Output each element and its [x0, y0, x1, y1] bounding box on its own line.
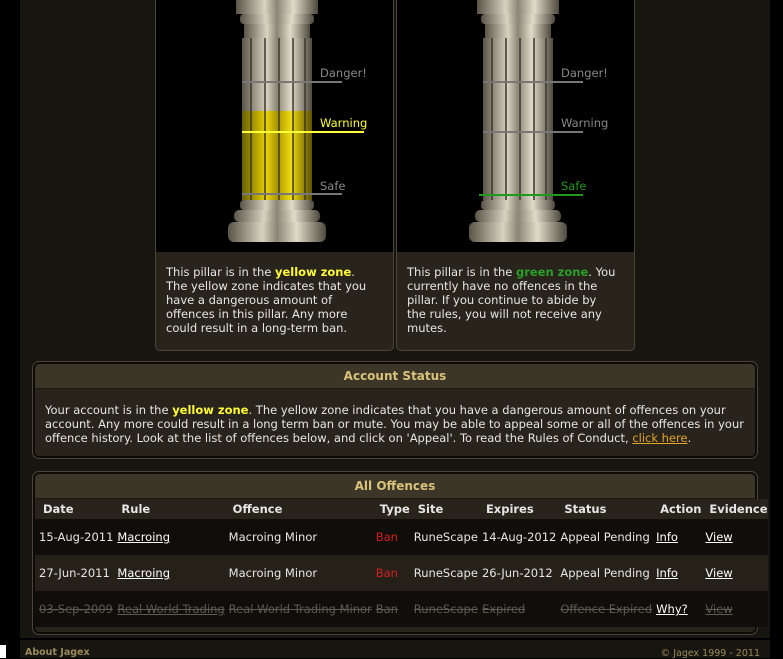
footer: About Jagex © Jagex 1999 - 2011	[20, 640, 770, 659]
cell-site: RuneScape	[409, 555, 478, 591]
cell-rule: Real World Trading	[113, 591, 225, 627]
danger-level-label: Danger!	[320, 66, 367, 80]
cell-offence: Macroing Minor	[224, 519, 372, 555]
zone-highlight: yellow zone	[172, 403, 249, 417]
copyright: © Jagex 1999 - 2011	[660, 648, 760, 659]
cell-rule: Macroing	[113, 519, 225, 555]
cell-offence: Macroing Minor	[224, 555, 372, 591]
cell-status: Offence Expired	[556, 591, 653, 627]
cell-expires: 26-Jun-2012	[477, 555, 557, 591]
desc-text: This pillar is in the	[166, 265, 275, 279]
rule-link[interactable]: Macroing	[117, 566, 170, 580]
pillar-box-1: Danger! Warning Safe This pillar is in t…	[155, 0, 394, 351]
desc-text: This pillar is in the	[407, 265, 516, 279]
table-row: 27-Jun-2011 Macroing Macroing Minor Ban …	[35, 555, 768, 591]
type-ban: Ban	[375, 530, 398, 544]
pillar-box-2: Danger! Warning Safe This pillar is in t…	[396, 0, 635, 351]
col-offence: Offence	[224, 499, 372, 519]
pillar-neck	[244, 24, 310, 38]
offences-table: Date Rule Offence Type Site Expires Stat…	[35, 499, 768, 627]
account-status-box: Account Status Your account is in the ye…	[33, 362, 757, 458]
pillar-base-ring	[240, 200, 314, 210]
table-row: 15-Aug-2011 Macroing Macroing Minor Ban …	[35, 519, 768, 555]
view-evidence-link[interactable]: View	[705, 530, 732, 544]
account-status-text: Your account is in the yellow zone. The …	[35, 389, 755, 445]
offences-box: All Offences Date Rule Offence Type Site…	[33, 472, 768, 634]
page-corner	[0, 645, 6, 658]
col-action: Action	[652, 499, 702, 519]
cell-type: Ban	[371, 519, 410, 555]
cell-action: Info	[652, 519, 702, 555]
cell-expires: 14-Aug-2012	[477, 519, 557, 555]
safe-level-label: Safe	[561, 179, 587, 193]
cell-offence: Real World Trading Minor	[224, 591, 372, 627]
pillar-plinth	[469, 222, 567, 242]
pillar-neck	[485, 24, 551, 38]
account-status-title: Account Status	[35, 364, 755, 389]
pillar-description-2: This pillar is in the green zone. You cu…	[407, 265, 617, 335]
col-type: Type	[371, 499, 410, 519]
cell-status: Appeal Pending	[556, 555, 653, 591]
cell-expires: Expired	[477, 591, 557, 627]
view-evidence-link[interactable]: View	[705, 602, 732, 616]
pillar-capital	[236, 0, 318, 14]
pillar-view-2: Danger! Warning Safe	[397, 0, 634, 252]
warning-level-label: Warning	[320, 116, 368, 130]
col-site: Site	[409, 499, 478, 519]
pillar-description-1: This pillar is in the yellow zone. The y…	[166, 265, 376, 335]
col-status: Status	[556, 499, 653, 519]
pillar-capital-ring	[240, 14, 314, 24]
rule-link[interactable]: Real World Trading	[117, 602, 224, 616]
zone-highlight: green zone	[515, 265, 589, 279]
cell-action: Info	[652, 555, 702, 591]
zone-highlight: yellow zone	[274, 265, 352, 279]
pillar-base-ring	[481, 200, 555, 210]
warning-level-label: Warning	[561, 116, 609, 130]
cell-date: 03-Sep-2009	[35, 591, 114, 627]
rule-link[interactable]: Macroing	[117, 530, 170, 544]
status-text: Your account is in the	[45, 403, 173, 417]
table-header-row: Date Rule Offence Type Site Expires Stat…	[35, 499, 768, 519]
pillar-fill-yellow	[242, 110, 312, 200]
pillar-capital	[477, 0, 559, 14]
col-date: Date	[35, 499, 114, 519]
cell-rule: Macroing	[113, 555, 225, 591]
rules-of-conduct-link[interactable]: click here	[632, 431, 687, 445]
cell-evidence: View	[701, 555, 768, 591]
cell-status: Appeal Pending	[556, 519, 653, 555]
danger-level-label: Danger!	[561, 66, 608, 80]
col-evidence: Evidence	[701, 499, 768, 519]
cell-date: 27-Jun-2011	[35, 555, 114, 591]
info-link[interactable]: Info	[656, 530, 678, 544]
pillar-plinth	[228, 222, 326, 242]
cell-date: 15-Aug-2011	[35, 519, 114, 555]
col-rule: Rule	[113, 499, 225, 519]
col-expires: Expires	[477, 499, 557, 519]
safe-level-label: Safe	[320, 179, 346, 193]
offences-title: All Offences	[35, 474, 755, 499]
cell-site: RuneScape	[409, 591, 478, 627]
type-ban: Ban	[375, 602, 398, 616]
info-link[interactable]: Info	[656, 566, 678, 580]
view-evidence-link[interactable]: View	[705, 566, 732, 580]
cell-evidence: View	[701, 591, 768, 627]
pillar-base	[475, 210, 561, 222]
pillar-shaft	[483, 38, 553, 200]
pillar-view-1: Danger! Warning Safe	[156, 0, 393, 252]
cell-site: RuneScape	[409, 519, 478, 555]
type-ban: Ban	[375, 566, 398, 580]
why-link[interactable]: Why?	[656, 602, 688, 616]
table-row-expired: 03-Sep-2009 Real World Trading Real Worl…	[35, 591, 768, 627]
cell-type: Ban	[371, 555, 410, 591]
pillar-base	[234, 210, 320, 222]
status-text: .	[687, 431, 692, 445]
cell-type: Ban	[371, 591, 410, 627]
cell-action: Why?	[652, 591, 702, 627]
cell-evidence: View	[701, 519, 768, 555]
pillar-capital-ring	[481, 14, 555, 24]
main-panel: Danger! Warning Safe This pillar is in t…	[20, 0, 770, 638]
about-jagex-link[interactable]: About Jagex	[25, 647, 90, 658]
